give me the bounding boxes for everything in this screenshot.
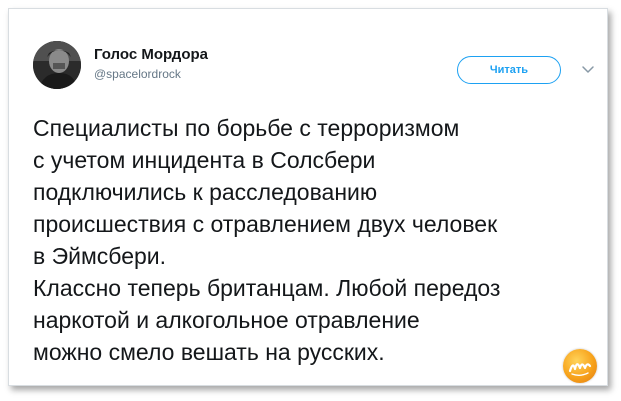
tweet-text-line: в Эймсбери. (33, 243, 167, 269)
follow-button[interactable]: Читать (457, 56, 561, 84)
tweet-text: Специалисты по борьбе с терроризмом с уч… (33, 112, 603, 368)
tweet-text-line: Классно теперь британцам. Любой передоз (33, 275, 501, 301)
watermark-logo-icon (568, 363, 592, 376)
tweet-text-line: можно смело вешать на русских. (33, 339, 385, 365)
avatar[interactable] (33, 41, 81, 89)
tweet-text-line: наркотой и алкогольное отравление (33, 307, 420, 333)
author-handle[interactable]: @spacelordrock (94, 67, 181, 81)
watermark-logo (563, 349, 597, 383)
avatar-photo (33, 41, 81, 89)
tweet-text-line: с учетом инцидента в Солсбери (33, 147, 376, 173)
author-name[interactable]: Голос Мордора (94, 46, 208, 63)
tweet-card: Голос Мордора @spacelordrock Читать Спец… (8, 8, 608, 386)
tweet-text-line: подключились к расследованию (33, 179, 378, 205)
tweet-text-line: происшествия с отравлением двух человек (33, 211, 498, 237)
chevron-down-icon[interactable] (581, 65, 595, 75)
tweet-text-line: Специалисты по борьбе с терроризмом (33, 115, 460, 141)
